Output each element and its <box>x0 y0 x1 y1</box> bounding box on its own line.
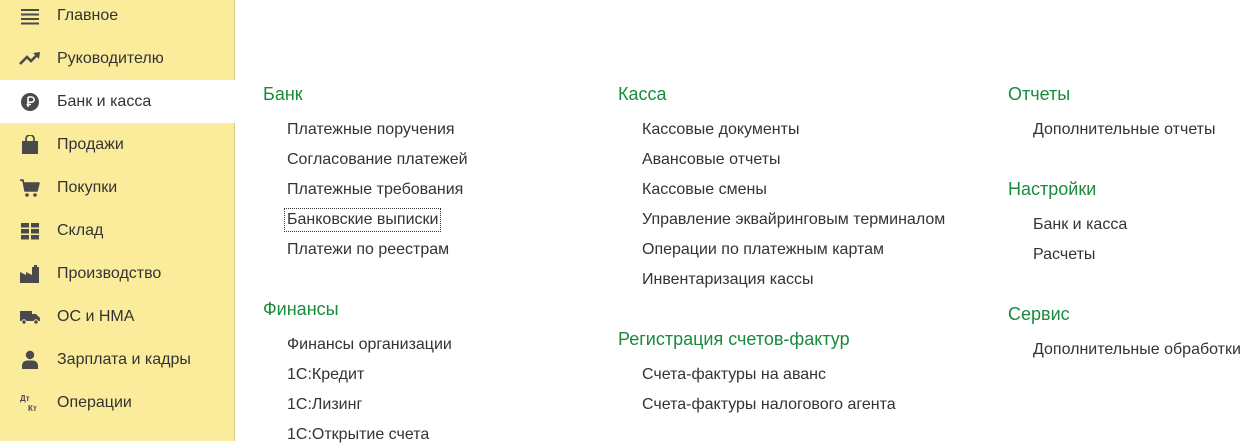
sidebar-item-salary-hr[interactable]: Зарплата и кадры <box>0 338 235 381</box>
link-bank-statements[interactable]: Банковские выписки <box>283 208 442 232</box>
link-acquiring-terminal[interactable]: Управление эквайринговым терминалом <box>642 211 945 229</box>
link-advance-reports[interactable]: Авансовые отчеты <box>642 151 781 169</box>
sidebar-item-label: Банк и касса <box>57 92 152 110</box>
section-title-bank: Банк <box>263 84 303 104</box>
section-title-finance: Финансы <box>263 299 339 319</box>
main-content: Банк Платежные поручения Согласование пл… <box>236 0 1250 444</box>
sidebar-item-label: Производство <box>57 264 162 282</box>
link-cash-shifts[interactable]: Кассовые смены <box>642 181 767 199</box>
section-title-kassa: Касса <box>618 84 667 104</box>
link-org-finance[interactable]: Финансы организации <box>287 336 452 354</box>
sidebar-item-warehouse[interactable]: Склад <box>0 209 235 252</box>
section-title-service: Сервис <box>1008 304 1070 324</box>
sidebar-item-production[interactable]: Производство <box>0 252 235 295</box>
sidebar-item-label: Склад <box>57 221 104 239</box>
sidebar-item-label: Покупки <box>57 178 118 196</box>
link-registry-payments[interactable]: Платежи по реестрам <box>287 241 449 259</box>
sidebar-item-label: Руководителю <box>57 49 164 67</box>
truck-icon <box>19 306 41 328</box>
menu-icon <box>19 5 41 27</box>
svg-text:Кт: Кт <box>28 404 37 413</box>
link-1c-leasing[interactable]: 1С:Лизинг <box>287 396 362 414</box>
section-title-reports: Отчеты <box>1008 84 1071 104</box>
sidebar-item-label: Продажи <box>57 135 124 153</box>
sidebar-item-label: Зарплата и кадры <box>57 350 191 368</box>
sidebar-item-bank-cash[interactable]: Банк и касса <box>0 80 235 123</box>
link-cash-documents[interactable]: Кассовые документы <box>642 121 799 139</box>
sidebar-item-manager[interactable]: Руководителю <box>0 37 235 80</box>
link-settings-settlements[interactable]: Расчеты <box>1033 246 1095 264</box>
section-title-invoices: Регистрация счетов-фактур <box>618 329 850 349</box>
link-card-operations[interactable]: Операции по платежным картам <box>642 241 884 259</box>
sidebar-item-label: Операции <box>57 393 132 411</box>
link-payment-orders[interactable]: Платежные поручения <box>287 121 455 139</box>
sidebar-item-label: Главное <box>57 6 119 24</box>
ruble-icon <box>19 91 41 113</box>
shopping-cart-icon <box>19 177 41 199</box>
sidebar-item-main[interactable]: Главное <box>0 0 235 37</box>
link-payment-requests[interactable]: Платежные требования <box>287 181 463 199</box>
trend-chart-icon <box>19 48 41 70</box>
sidebar-item-operations[interactable]: Дт Кт Операции <box>0 381 235 424</box>
sidebar-item-sales[interactable]: Продажи <box>0 123 235 166</box>
link-payment-approval[interactable]: Согласование платежей <box>287 151 468 169</box>
link-additional-processing[interactable]: Дополнительные обработки <box>1033 341 1241 359</box>
svg-text:Дт: Дт <box>20 394 30 403</box>
link-additional-reports[interactable]: Дополнительные отчеты <box>1033 121 1216 139</box>
link-1c-account-opening[interactable]: 1С:Открытие счета <box>287 426 429 444</box>
link-tax-agent-invoices[interactable]: Счета-фактуры налогового агента <box>642 396 896 414</box>
warehouse-grid-icon <box>19 220 41 242</box>
link-advance-invoices[interactable]: Счета-фактуры на аванс <box>642 366 826 384</box>
link-1c-credit[interactable]: 1С:Кредит <box>287 366 364 384</box>
sidebar-item-label: ОС и НМА <box>57 307 135 325</box>
section-title-settings: Настройки <box>1008 179 1097 199</box>
sidebar: Главное Руководителю Банк и касса Продаж… <box>0 0 235 441</box>
link-cash-inventory[interactable]: Инвентаризация кассы <box>642 271 813 289</box>
sidebar-item-fixed-assets[interactable]: ОС и НМА <box>0 295 235 338</box>
shopping-bag-icon <box>19 134 41 156</box>
person-icon <box>19 349 41 371</box>
debit-credit-icon: Дт Кт <box>19 392 41 414</box>
link-settings-bank-cash[interactable]: Банк и касса <box>1033 216 1127 234</box>
sidebar-item-purchases[interactable]: Покупки <box>0 166 235 209</box>
factory-icon <box>19 263 41 285</box>
